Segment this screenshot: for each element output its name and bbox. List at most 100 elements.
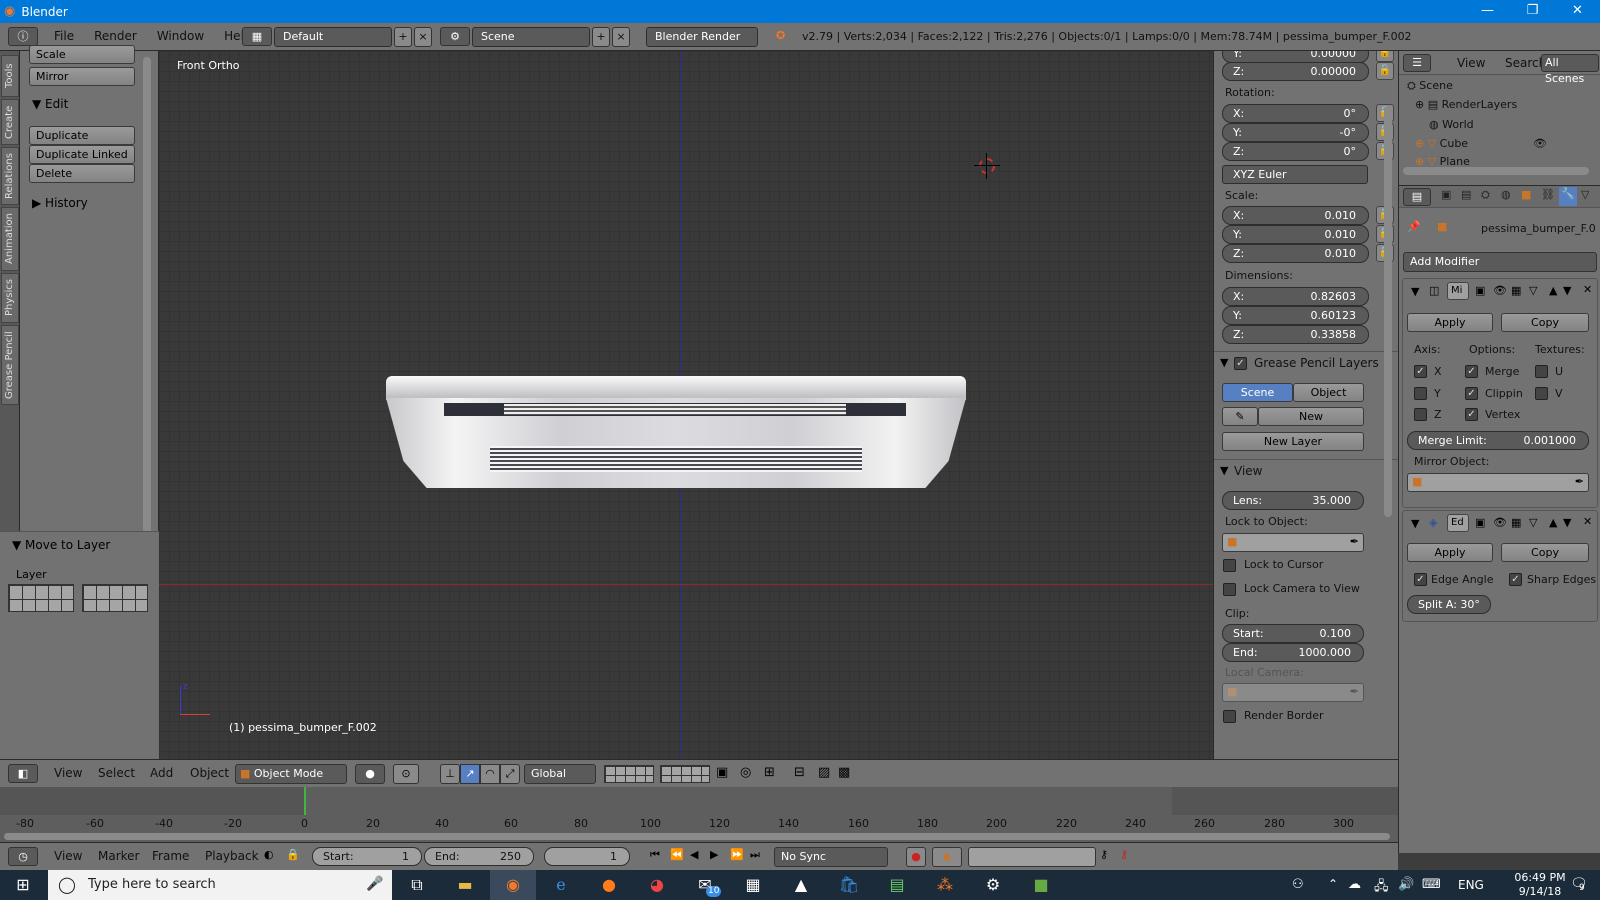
edge-browser-icon[interactable]: e	[538, 870, 584, 900]
timeline-menu-view[interactable]: View	[54, 849, 82, 863]
pin-icon[interactable]: 📌	[1407, 220, 1421, 233]
language-indicator[interactable]: ENG	[1458, 878, 1484, 892]
blender-taskbar-icon[interactable]: ◉	[490, 870, 536, 900]
edge-split-remove-icon[interactable]: ✕	[1583, 515, 1592, 528]
mirror-cage-icon[interactable]: ▽	[1529, 284, 1537, 297]
remove-layout-button[interactable]: ×	[414, 27, 432, 47]
timeline-editor-icon[interactable]: ◷	[8, 847, 38, 866]
split-angle-field[interactable]: Split A: 30°	[1407, 595, 1491, 614]
firefox-icon[interactable]: ●	[586, 870, 632, 900]
world-tab-icon[interactable]: ◍	[1501, 188, 1511, 201]
network-icon[interactable]: 🖧	[1374, 877, 1389, 899]
tray-chevron-icon[interactable]: ⌃	[1328, 877, 1338, 891]
render-animation-icon[interactable]: ▩	[838, 765, 850, 780]
location-z-field[interactable]: Z: 0.00000	[1222, 62, 1369, 81]
3d-cursor-icon[interactable]	[974, 153, 1000, 179]
play-reverse-icon[interactable]: ◀	[690, 848, 698, 861]
play-icon[interactable]: ▶	[710, 848, 718, 861]
scale-z-field[interactable]: Z: 0.010	[1222, 244, 1369, 263]
camera-eyedropper-icon[interactable]: ✒	[1350, 685, 1359, 698]
calculator-icon[interactable]: ▦	[730, 870, 776, 900]
delete-keyframe-icon[interactable]: ⚷	[1120, 848, 1128, 861]
add-scene-button[interactable]: +	[592, 27, 610, 47]
taskbar-search-box[interactable]: ◯ Type here to search 🎤	[48, 870, 392, 900]
start-windows-icon[interactable]: ⊞	[0, 870, 46, 900]
outliner-editor-icon[interactable]: ☰	[1403, 54, 1431, 72]
mirror-render-icon[interactable]: ▣	[1475, 284, 1485, 297]
layer-toggle-grid-1[interactable]	[604, 765, 654, 783]
timeline-menu-marker[interactable]: Marker	[98, 849, 139, 863]
volume-icon[interactable]: 🔊	[1398, 877, 1414, 892]
remove-scene-button[interactable]: ×	[612, 27, 630, 47]
mirror-editmode-icon[interactable]: ▦	[1511, 284, 1521, 297]
mode-select[interactable]: ■ Object Mode	[235, 764, 347, 784]
snap-toggle-icon[interactable]: ⊞	[764, 765, 775, 780]
view-panel-header[interactable]: ▼ View	[1214, 459, 1398, 481]
timeline-menu-playback[interactable]: Playback	[205, 849, 259, 863]
mirror-move-down-icon[interactable]: ▼	[1563, 284, 1571, 297]
gp-brush-icon[interactable]: ✎	[1222, 407, 1258, 426]
clip-end-field[interactable]: End: 1000.000	[1222, 643, 1364, 662]
outliner-item-cube[interactable]: ⊕ ▽ Cube	[1415, 137, 1468, 150]
edge-split-copy-button[interactable]: Copy	[1501, 543, 1589, 562]
outliner-item-renderlayers[interactable]: ⊕ ▤ RenderLayers	[1415, 98, 1517, 111]
mirror-button[interactable]: Mirror	[29, 67, 135, 86]
current-frame-field[interactable]: 1	[544, 847, 630, 866]
start-frame-field[interactable]: Start: 1	[312, 847, 422, 866]
mirror-object-field[interactable]: ■ ✒	[1407, 473, 1589, 492]
microphone-icon[interactable]: 🎤	[366, 876, 383, 892]
duplicate-button[interactable]: Duplicate	[29, 126, 135, 145]
viewport-menu-view[interactable]: View	[54, 766, 82, 780]
render-tab-icon[interactable]: ▣	[1441, 188, 1451, 201]
cube-visibility-eye-icon[interactable]: 👁	[1533, 137, 1547, 150]
tab-grease-pencil[interactable]: Grease Pencil	[1, 325, 19, 405]
mirror-collapse-icon[interactable]: ▼	[1411, 285, 1419, 298]
rotation-x-field[interactable]: X: 0°	[1222, 104, 1369, 123]
chrome-icon[interactable]: ◕	[634, 870, 680, 900]
sharp-edges-checkbox[interactable]: ✓	[1509, 573, 1522, 586]
new-layer-button[interactable]: New Layer	[1222, 432, 1364, 451]
3d-viewport[interactable]: Front Ortho z (1) pessima_bumper_F.002	[159, 51, 1213, 759]
timeline-menu-frame[interactable]: Frame	[152, 849, 189, 863]
tool-scrollbar[interactable]	[143, 57, 151, 535]
proportional-edit-icon[interactable]: ◎	[740, 765, 751, 780]
shading-select-icon[interactable]: ●	[355, 764, 385, 784]
lens-field[interactable]: Lens: 35.000	[1222, 491, 1364, 510]
edge-split-cage-icon[interactable]: ▽	[1529, 516, 1537, 529]
render-engine-select[interactable]: Blender Render	[646, 27, 758, 47]
edge-split-name-field[interactable]: Ed	[1447, 514, 1469, 532]
keying-set-field[interactable]	[968, 847, 1096, 867]
edge-split-move-down-icon[interactable]: ▼	[1563, 516, 1571, 529]
merge-limit-field[interactable]: Merge Limit: 0.001000	[1407, 431, 1589, 450]
mirror-name-field[interactable]: Mi	[1447, 282, 1469, 300]
move-to-layer-header[interactable]: ▼ Move to Layer	[12, 538, 110, 552]
bumper-mesh[interactable]	[386, 376, 966, 496]
object-tab-icon[interactable]: ■	[1521, 188, 1531, 201]
scene-tab-icon[interactable]: ⛭	[1481, 188, 1490, 202]
mirror-viewport-eye-icon[interactable]: 👁	[1493, 284, 1507, 297]
lock-object-field[interactable]: ■ ✒	[1222, 533, 1364, 552]
gp-new-button[interactable]: New	[1258, 407, 1364, 426]
rotation-mode-select[interactable]: XYZ Euler	[1222, 165, 1368, 184]
properties-editor-icon[interactable]: ▤	[1403, 188, 1431, 206]
lock-range-icon[interactable]: 🔒	[286, 848, 300, 861]
modifiers-tab-icon[interactable]: 🔧	[1559, 187, 1577, 206]
timeline[interactable]: -80 -60 -40 -20 0 20 40 60 80 100 120 14…	[0, 787, 1398, 842]
lock-layers-icon[interactable]: ▣	[716, 765, 728, 780]
location-z-lock-icon[interactable]: 🔓	[1376, 62, 1394, 80]
clock-time[interactable]: 06:49 PM	[1508, 871, 1572, 884]
data-tab-icon[interactable]: ▽	[1581, 188, 1589, 201]
constraints-tab-icon[interactable]: ⛓	[1541, 188, 1555, 201]
store-icon[interactable]: 🛍	[826, 870, 872, 900]
eyedropper-icon[interactable]: ✒	[1350, 535, 1359, 548]
jump-keyframe-back-icon[interactable]: ⏪	[670, 848, 684, 861]
timeline-scrollbar[interactable]	[4, 833, 1390, 840]
outliner-hscrollbar[interactable]	[1403, 167, 1589, 175]
snap-element-icon[interactable]: ⊟	[794, 765, 805, 780]
restore-button[interactable]: ❐	[1510, 0, 1555, 23]
rotate-manipulator-icon[interactable]: ◠	[480, 764, 500, 784]
tab-tools[interactable]: Tools	[1, 55, 19, 97]
edge-angle-checkbox[interactable]: ✓	[1414, 573, 1427, 586]
settings-gear-icon[interactable]: ⚙	[970, 870, 1016, 900]
props-scrollbar[interactable]	[1384, 107, 1392, 517]
